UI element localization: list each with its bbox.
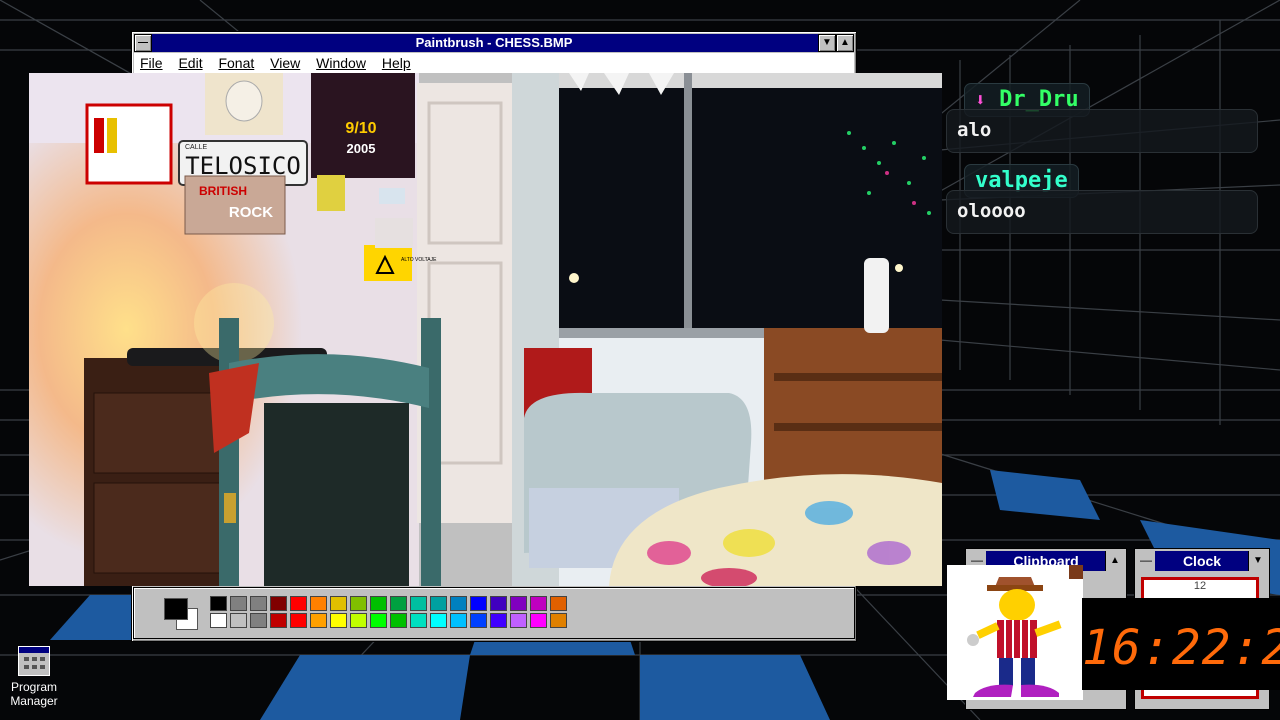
palette-swatch[interactable] (450, 596, 467, 611)
palette-swatch[interactable] (530, 613, 547, 628)
chat-message-1: alo (946, 109, 1258, 153)
plate-line2: ROCK (229, 204, 273, 221)
palette-swatch[interactable] (310, 596, 327, 611)
clock-minimize-button[interactable]: ▼ (1248, 551, 1267, 571)
foreground-color-swatch[interactable] (164, 598, 188, 620)
palette-swatch[interactable] (330, 613, 347, 628)
clock-face-number: 12 (1193, 580, 1207, 592)
palette-swatch[interactable] (450, 613, 467, 628)
palette-swatch[interactable] (230, 613, 247, 628)
paintbrush-titlebar[interactable]: — Paintbrush - CHESS.BMP ▼ ▲ (134, 34, 854, 52)
palette-swatch[interactable] (210, 596, 227, 611)
palette-swatch[interactable] (550, 596, 567, 611)
palette-swatch[interactable] (390, 613, 407, 628)
palette-swatch[interactable] (470, 596, 487, 611)
digital-clock-readout: 16:22:25 (1082, 598, 1280, 690)
poster-year: 2005 (347, 141, 376, 156)
clipboard-maximize-button[interactable]: ▲ (1105, 551, 1124, 571)
current-colors[interactable] (162, 596, 198, 630)
streamer-avatar (947, 565, 1083, 700)
palette-swatch[interactable] (390, 596, 407, 611)
palette-swatch[interactable] (370, 613, 387, 628)
sign-small-text: CALLE (185, 144, 208, 151)
down-arrow-icon: ⬇ (975, 90, 986, 111)
palette-swatch[interactable] (290, 596, 307, 611)
menu-window[interactable]: Window (310, 53, 372, 73)
palette-swatch[interactable] (210, 613, 227, 628)
palette-swatch[interactable] (530, 596, 547, 611)
palette-swatch[interactable] (270, 613, 287, 628)
chat-message-1-text: alo (957, 119, 992, 141)
warning-label: ALTO VOLTAJE (401, 257, 437, 263)
program-manager-icon[interactable]: Program Manager (4, 646, 64, 708)
palette-swatch[interactable] (490, 613, 507, 628)
palette-swatch[interactable] (410, 613, 427, 628)
palette-swatch[interactable] (510, 596, 527, 611)
program-manager-glyph-icon (18, 646, 50, 676)
palette-swatch[interactable] (410, 596, 427, 611)
palette-swatch[interactable] (230, 596, 247, 611)
chat-message-2-text: oloooo (957, 200, 1026, 222)
palette-swatch[interactable] (330, 596, 347, 611)
menu-edit[interactable]: Edit (172, 53, 208, 73)
palette-swatch[interactable] (490, 596, 507, 611)
palette-swatch[interactable] (250, 613, 267, 628)
palette-swatch[interactable] (370, 596, 387, 611)
palette-swatch[interactable] (430, 596, 447, 611)
menu-bar: File Edit Fonat View Window Help (134, 53, 854, 73)
palette-swatch[interactable] (510, 613, 527, 628)
palette-swatch[interactable] (270, 596, 287, 611)
chat-message-2: oloooo (946, 190, 1258, 234)
window-title: Paintbrush - CHESS.BMP (415, 35, 573, 50)
palette-swatch[interactable] (550, 613, 567, 628)
palette-swatch[interactable] (470, 613, 487, 628)
maximize-button[interactable]: ▲ (836, 34, 854, 52)
poster-date: 9/10 (345, 120, 376, 137)
program-manager-label-2: Manager (10, 694, 58, 708)
program-manager-label-1: Program (10, 680, 57, 694)
menu-view[interactable]: View (264, 53, 306, 73)
canvas-photo[interactable]: CALLE TELOSICO 9/10 2005 BRITISH ROCK AL… (29, 73, 942, 586)
menu-font[interactable]: Fonat (212, 53, 260, 73)
clock-title[interactable]: Clock (1155, 551, 1249, 571)
menu-file[interactable]: File (134, 53, 169, 73)
system-menu-button[interactable]: — (134, 34, 152, 52)
palette-swatch[interactable] (430, 613, 447, 628)
menu-help[interactable]: Help (376, 53, 417, 73)
palette-swatch[interactable] (350, 596, 367, 611)
palette-swatch[interactable] (350, 613, 367, 628)
color-palette (133, 587, 855, 639)
plate-line1: BRITISH (199, 184, 247, 198)
palette-swatch[interactable] (310, 613, 327, 628)
clock-system-menu[interactable]: — (1137, 551, 1156, 571)
minimize-button[interactable]: ▼ (818, 34, 836, 52)
palette-swatch[interactable] (290, 613, 307, 628)
palette-swatch[interactable] (250, 596, 267, 611)
